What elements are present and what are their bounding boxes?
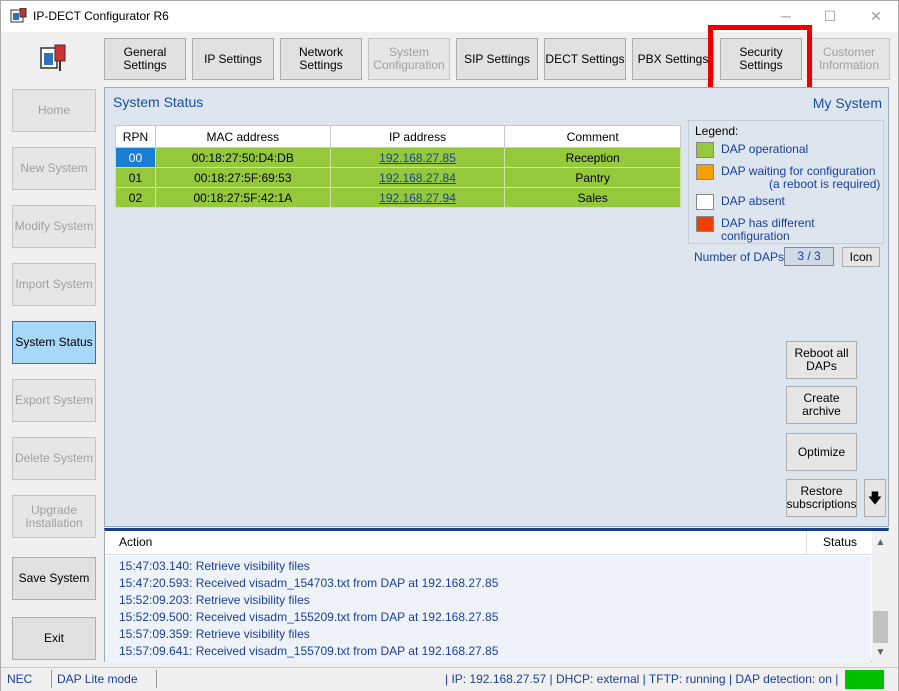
sidebar-delete-system-button[interactable]: Delete System [12, 437, 96, 480]
sidebar-export-system-button[interactable]: Export System [12, 379, 96, 422]
col-mac[interactable]: MAC address [154, 125, 331, 148]
close-button[interactable]: ✕ [854, 5, 898, 27]
legend-label: DAP has different configuration [721, 216, 815, 243]
sidebar-new-system-button[interactable]: New System [12, 147, 96, 190]
sidebar-import-system-button[interactable]: Import System [12, 263, 96, 306]
sidebar-exit-button[interactable]: Exit [12, 617, 96, 660]
cell-mac[interactable]: 00:18:27:50:D4:DB [154, 147, 331, 168]
system-status-panel: System Status My System RPN MAC address … [104, 87, 889, 527]
log-panel: Action Status 15:47:03.140: Retrieve vis… [104, 528, 889, 662]
legend-swatch-absent [696, 194, 714, 210]
table-row[interactable]: 01 00:18:27:5F:69:53 192.168.27.84 Pantr… [115, 167, 681, 188]
legend-title: Legend: [695, 124, 739, 138]
system-name: My System [812, 95, 882, 111]
sidebar-save-system-button[interactable]: Save System [12, 557, 96, 600]
sidebar-home-button[interactable]: Home [12, 89, 96, 132]
app-window: IP-DECT Configurator R6 ─ ☐ ✕ General Se… [0, 0, 899, 691]
legend: Legend: DAP operational DAP waiting for … [688, 120, 884, 244]
ip-link[interactable]: 192.168.27.94 [379, 191, 456, 205]
tab-dect-settings[interactable]: DECT Settings [544, 38, 626, 80]
ip-link[interactable]: 192.168.27.84 [379, 171, 456, 185]
icon-button[interactable]: Icon [842, 247, 880, 267]
sidebar-upgrade-installation-button[interactable]: Upgrade Installation [12, 495, 96, 538]
log-line: 15:52:09.203: Retrieve visibility files [119, 593, 310, 607]
cell-comment[interactable]: Sales [504, 187, 681, 208]
cell-comment[interactable]: Reception [504, 147, 681, 168]
tab-system-configuration[interactable]: System Configuration [368, 38, 450, 80]
cell-comment[interactable]: Pantry [504, 167, 681, 188]
legend-swatch-different [696, 216, 714, 232]
log-action-header[interactable]: Action [119, 535, 152, 549]
cell-ip: 192.168.27.85 [329, 147, 506, 168]
col-rpn[interactable]: RPN [115, 125, 156, 148]
mode-label: DAP Lite mode [57, 672, 138, 686]
col-comment[interactable]: Comment [504, 125, 681, 148]
legend-label: DAP absent [721, 194, 785, 208]
arrow-down-icon[interactable]: 🡇 [864, 479, 886, 517]
cell-ip: 192.168.27.84 [329, 167, 506, 188]
tab-sip-settings[interactable]: SIP Settings [456, 38, 538, 80]
scroll-down-icon[interactable]: ▼ [872, 647, 889, 658]
panel-title: System Status [113, 94, 204, 110]
tab-network-settings[interactable]: Network Settings [280, 38, 362, 80]
table-row[interactable]: 00 00:18:27:50:D4:DB 192.168.27.85 Recep… [115, 147, 681, 168]
log-header: Action Status [105, 531, 871, 555]
tab-general-settings[interactable]: General Settings [104, 38, 186, 80]
minimize-button[interactable]: ─ [764, 5, 808, 27]
legend-sublabel: (a reboot is required) [769, 177, 881, 191]
number-of-daps-value: 3 / 3 [784, 247, 834, 266]
cell-rpn[interactable]: 02 [115, 187, 156, 208]
tab-ip-settings[interactable]: IP Settings [192, 38, 274, 80]
restore-subscriptions-button[interactable]: Restore subscriptions [786, 479, 857, 517]
status-divider [156, 670, 157, 688]
ip-link[interactable]: 192.168.27.85 [379, 151, 456, 165]
log-line: 15:52:09.500: Received visadm_155209.txt… [119, 610, 499, 624]
cell-rpn[interactable]: 00 [115, 147, 156, 168]
status-indicator [845, 670, 884, 689]
tab-pbx-settings[interactable]: PBX Settings [632, 38, 714, 80]
app-icon [10, 8, 27, 23]
maximize-button[interactable]: ☐ [808, 5, 852, 27]
legend-swatch-operational [696, 142, 714, 158]
cell-ip: 192.168.27.94 [329, 187, 506, 208]
log-list[interactable]: 15:47:03.140: Retrieve visibility files … [105, 556, 871, 662]
reboot-all-daps-button[interactable]: Reboot all DAPs [786, 341, 857, 379]
log-status-header[interactable]: Status [806, 531, 871, 555]
configurator-logo-icon [40, 44, 66, 71]
create-archive-button[interactable]: Create archive [786, 386, 857, 424]
cell-rpn[interactable]: 01 [115, 167, 156, 188]
status-bar: NEC DAP Lite mode | IP: 192.168.27.57 | … [1, 667, 898, 691]
window-title: IP-DECT Configurator R6 [33, 9, 169, 23]
log-line: 15:57:09.359: Retrieve visibility files [119, 627, 310, 641]
log-line: 15:57:09.641: Received visadm_155709.txt… [119, 644, 499, 658]
optimize-button[interactable]: Optimize [786, 433, 857, 471]
cell-mac[interactable]: 00:18:27:5F:42:1A [154, 187, 331, 208]
table-row[interactable]: 02 00:18:27:5F:42:1A 192.168.27.94 Sales [115, 187, 681, 208]
number-of-daps-label: Number of DAPs [694, 250, 785, 264]
log-line: 15:47:20.593: Received visadm_154703.txt… [119, 576, 499, 590]
legend-label: DAP operational [721, 142, 809, 156]
sidebar-modify-system-button[interactable]: Modify System [12, 205, 96, 248]
dap-table: RPN MAC address IP address Comment 00 00… [115, 125, 681, 208]
scroll-thumb[interactable] [873, 611, 888, 643]
legend-swatch-waiting [696, 164, 714, 180]
log-scrollbar[interactable]: ▲ ▼ [872, 531, 889, 662]
log-line: 15:47:03.140: Retrieve visibility files [119, 559, 310, 573]
cell-mac[interactable]: 00:18:27:5F:69:53 [154, 167, 331, 188]
sidebar-system-status-button[interactable]: System Status [12, 321, 96, 364]
status-info: | IP: 192.168.27.57 | DHCP: external | T… [445, 672, 839, 686]
vendor-label: NEC [7, 672, 33, 686]
scroll-up-icon[interactable]: ▲ [872, 537, 889, 548]
status-divider [51, 670, 52, 688]
tab-customer-information[interactable]: Customer Information [808, 38, 890, 80]
col-ip[interactable]: IP address [329, 125, 506, 148]
